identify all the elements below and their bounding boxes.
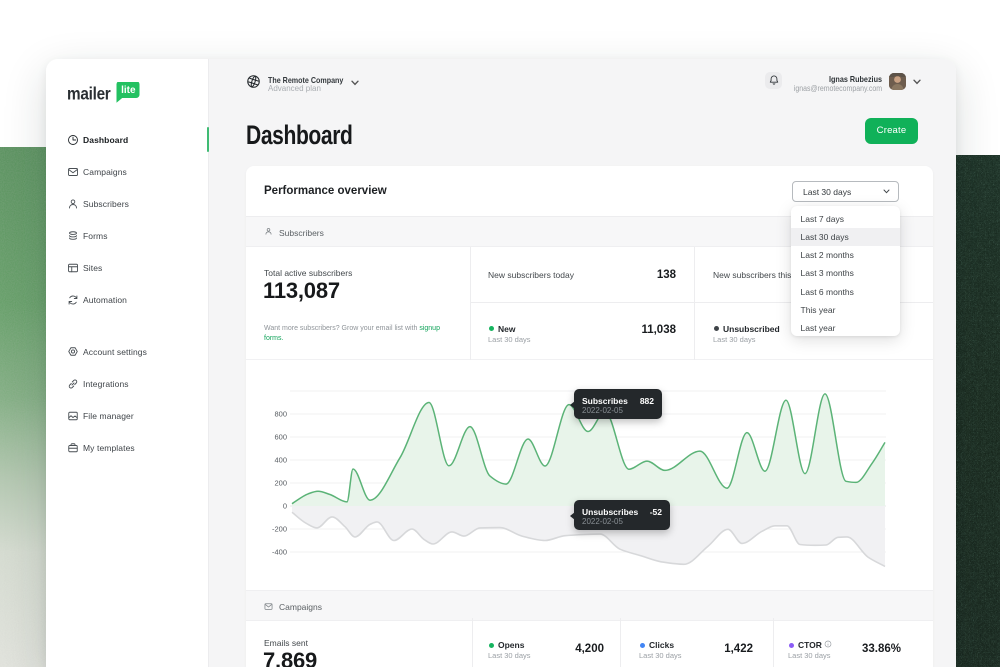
svg-text:-200: -200 (272, 525, 287, 534)
svg-text:0: 0 (283, 502, 287, 511)
svg-text:600: 600 (274, 433, 287, 442)
svg-text:mailer: mailer (67, 83, 111, 103)
svg-text:lite: lite (121, 85, 136, 96)
svg-text:200: 200 (274, 479, 287, 488)
svg-text:400: 400 (274, 456, 287, 465)
svg-text:-400: -400 (272, 548, 287, 557)
svg-text:800: 800 (274, 410, 287, 419)
